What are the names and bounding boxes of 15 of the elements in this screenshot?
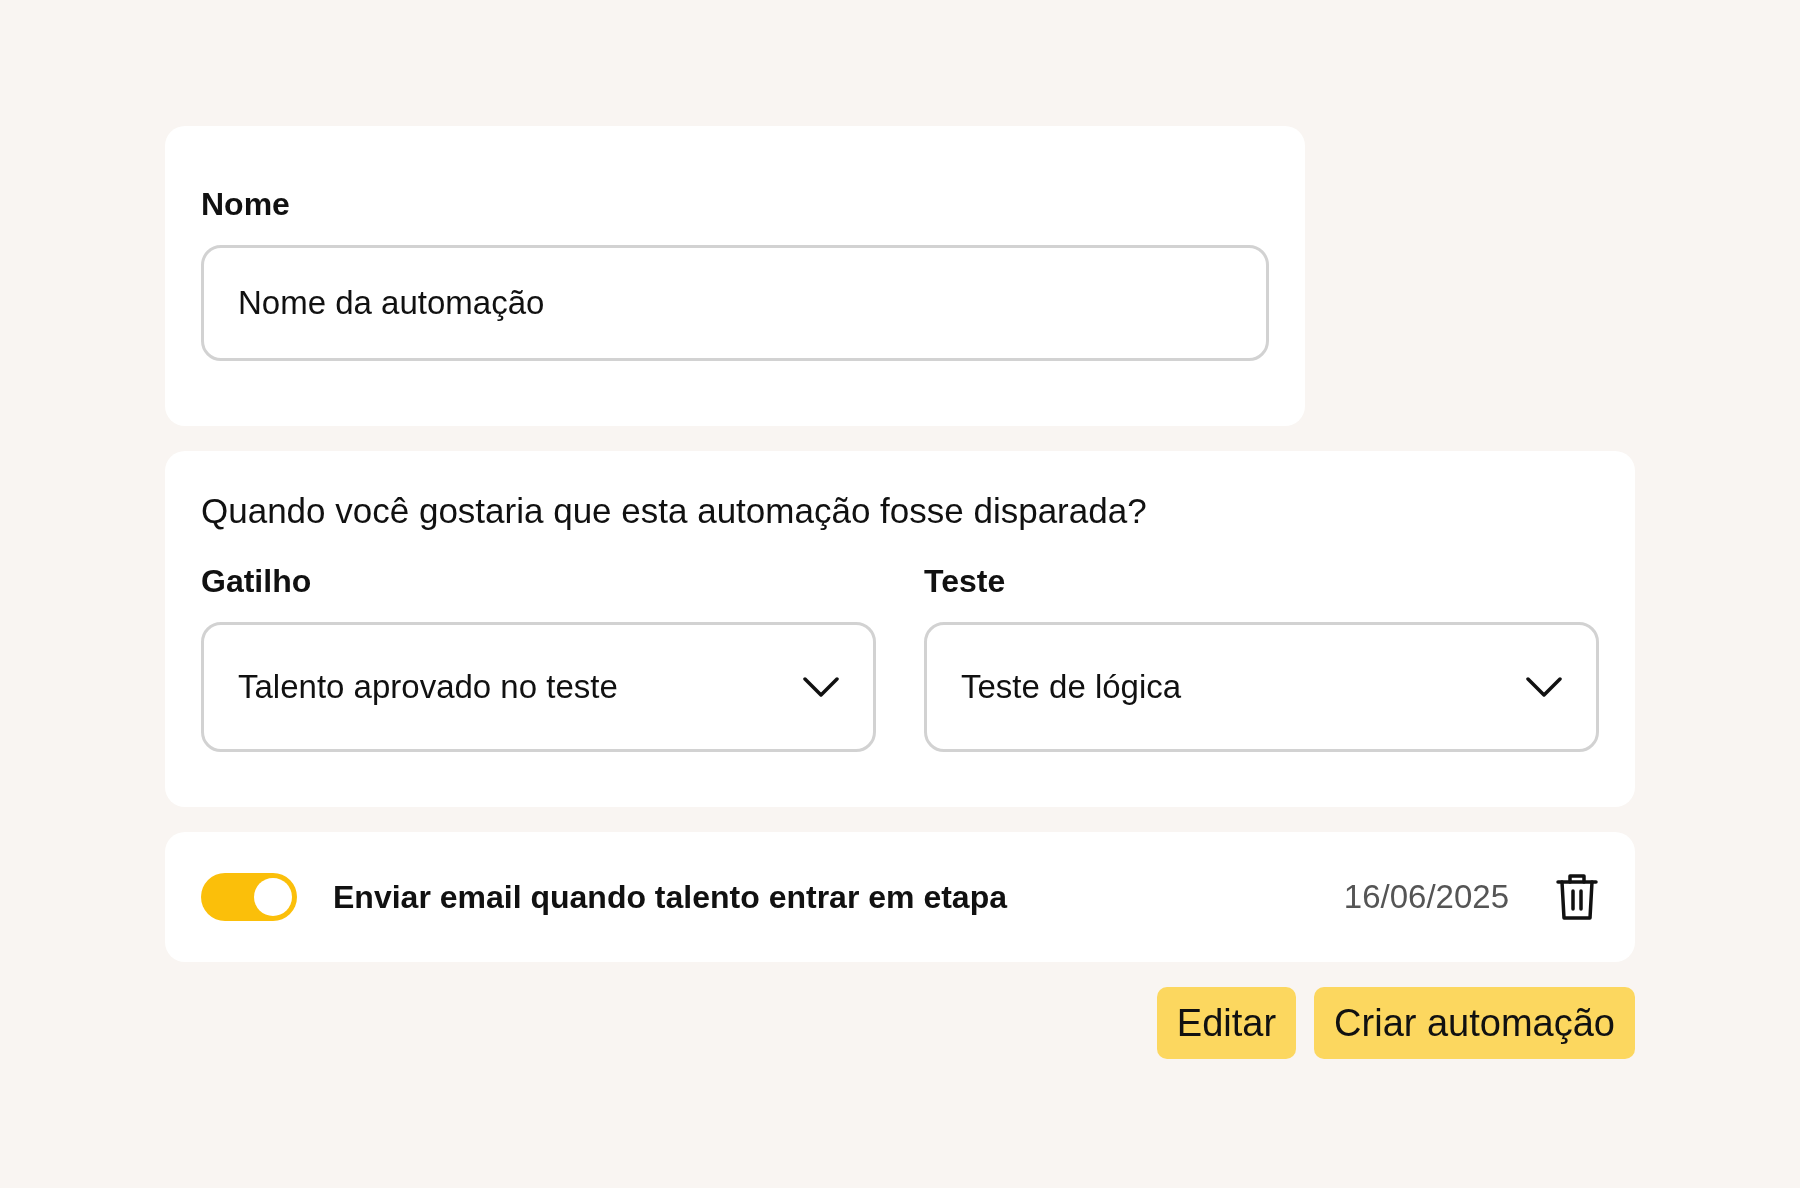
chevron-down-icon bbox=[803, 677, 839, 697]
field-label: Nome bbox=[201, 186, 290, 223]
name-input[interactable]: Nome da automação bbox=[201, 245, 1269, 361]
action-button[interactable]: Criar automação bbox=[1314, 987, 1635, 1059]
dropdown[interactable]: Teste de lógica bbox=[924, 622, 1599, 752]
automation-title: Enviar email quando talento entrar em etapa bbox=[333, 878, 1009, 916]
chevron-down-icon bbox=[1526, 677, 1562, 697]
dropdown[interactable]: Talento aprovado no teste bbox=[201, 622, 876, 752]
question-text: Quando você gostaria que esta automação fosse disparada? bbox=[201, 491, 1147, 531]
trash-icon[interactable] bbox=[1555, 872, 1599, 922]
field-label: Teste bbox=[924, 563, 1006, 600]
automation-date: 16/06/2025 bbox=[1343, 878, 1509, 916]
field-label: Gatilho bbox=[201, 563, 312, 600]
toggle-switch[interactable] bbox=[201, 873, 297, 921]
action-button[interactable]: Editar bbox=[1156, 987, 1297, 1059]
